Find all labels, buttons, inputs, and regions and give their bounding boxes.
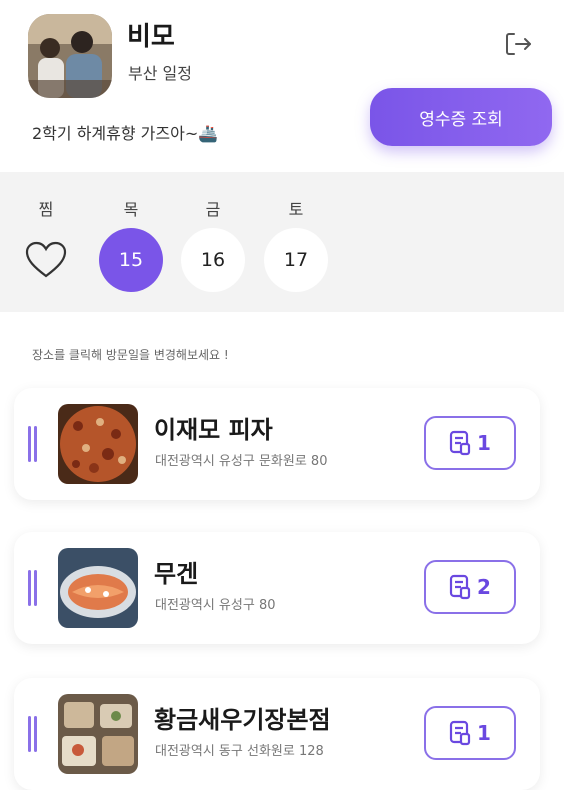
- receipt-count: 1: [477, 721, 491, 745]
- place-name: 무겐: [154, 560, 199, 588]
- trip-header: 비모 부산 일정 2학기 하계휴향 가즈아~🚢 영수증 조회: [0, 0, 564, 170]
- place-thumbnail: [58, 548, 138, 628]
- day-weekday: 목: [123, 200, 139, 219]
- trip-memo: 2학기 하계휴향 가즈아~🚢: [32, 124, 219, 143]
- receipt-count: 1: [477, 431, 491, 455]
- place-thumbnail: [58, 694, 138, 774]
- drag-handle-icon[interactable]: [28, 716, 38, 752]
- day-weekday: 토: [288, 200, 304, 219]
- place-card[interactable]: 이재모 피자 대전광역시 유성구 문화원로 80 1: [14, 388, 540, 500]
- receipt-count-button[interactable]: 2: [424, 560, 516, 614]
- place-thumbnail: [58, 404, 138, 484]
- receipt-count: 2: [477, 575, 491, 599]
- place-card[interactable]: 황금새우기장본점 대전광역시 동구 선화원로 128 1: [14, 678, 540, 790]
- hint-text: 장소를 클릭해 방문일을 변경해보세요 !: [32, 348, 229, 362]
- place-name: 이재모 피자: [154, 416, 273, 444]
- receipt-count-button[interactable]: 1: [424, 706, 516, 760]
- day-selector: 찜 목 15 금 16 토 17: [0, 172, 564, 312]
- place-name: 황금새우기장본점: [154, 706, 331, 734]
- receipt-icon: [449, 430, 471, 456]
- place-address: 대전광역시 유성구 80: [155, 598, 276, 613]
- place-address: 대전광역시 동구 선화원로 128: [155, 744, 324, 759]
- receipt-view-button[interactable]: 영수증 조회: [370, 88, 552, 146]
- heart-icon[interactable]: [14, 228, 78, 292]
- receipt-icon: [449, 574, 471, 600]
- receipt-icon: [449, 720, 471, 746]
- day-date[interactable]: 17: [264, 228, 328, 292]
- group-name: 비모: [127, 22, 175, 52]
- day-weekday: 금: [205, 200, 221, 219]
- trip-title: 부산 일정: [128, 64, 192, 83]
- day-date[interactable]: 16: [181, 228, 245, 292]
- favorites-label: 찜: [38, 200, 54, 219]
- receipt-count-button[interactable]: 1: [424, 416, 516, 470]
- place-card[interactable]: 무겐 대전광역시 유성구 80 2: [14, 532, 540, 644]
- day-date-selected[interactable]: 15: [99, 228, 163, 292]
- drag-handle-icon[interactable]: [28, 426, 38, 462]
- place-address: 대전광역시 유성구 문화원로 80: [155, 454, 328, 469]
- group-avatar[interactable]: [28, 14, 112, 98]
- drag-handle-icon[interactable]: [28, 570, 38, 606]
- logout-icon[interactable]: [500, 26, 536, 62]
